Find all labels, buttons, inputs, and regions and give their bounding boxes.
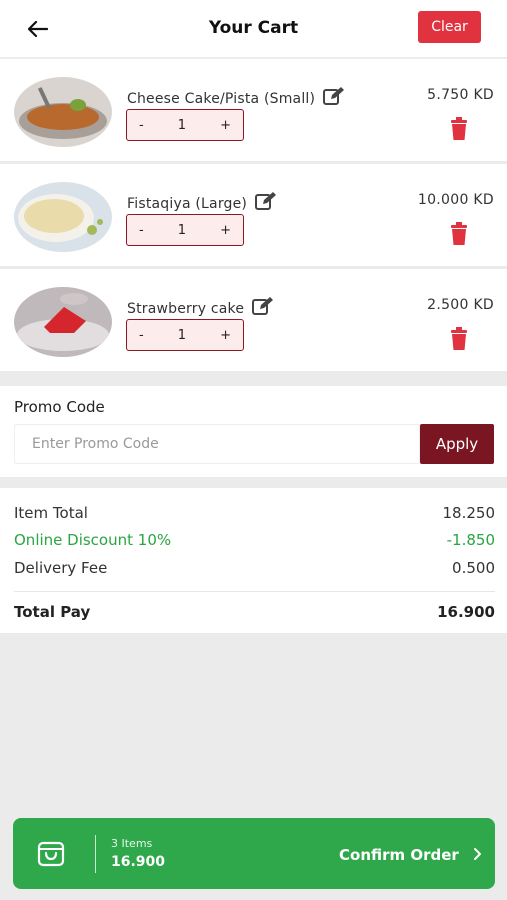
cart-item-list: Cheese Cake/Pista (Small) - 1 + 5.750 KD [0, 59, 507, 374]
divider [95, 835, 96, 873]
item-price: 2.500 KD [427, 297, 494, 313]
apply-button[interactable]: Apply [420, 424, 494, 464]
item-name-row: Cheese Cake/Pista (Small) [127, 86, 345, 110]
decrement-button[interactable]: - [139, 223, 144, 238]
edit-icon[interactable] [252, 296, 274, 320]
discount-row: Online Discount 10% -1.850 [14, 531, 495, 549]
delivery-value: 0.500 [452, 559, 495, 577]
item-total-row: Item Total 18.250 [14, 504, 495, 522]
trash-icon[interactable] [448, 327, 470, 351]
item-price: 10.000 KD [417, 192, 494, 208]
item-name: Fistaqiya (Large) [127, 196, 248, 212]
quantity-value: 1 [177, 117, 187, 133]
increment-button[interactable]: + [220, 223, 231, 238]
product-image [14, 287, 112, 357]
shopping-bag-icon [37, 840, 65, 868]
trash-icon[interactable] [448, 117, 470, 141]
quantity-stepper: - 1 + [126, 319, 244, 351]
total-row: Total Pay 16.900 [14, 603, 495, 621]
quantity-stepper: - 1 + [126, 109, 244, 141]
edit-icon[interactable] [255, 191, 277, 215]
edit-icon[interactable] [323, 86, 345, 110]
order-summary: Item Total 18.250 Online Discount 10% -1… [0, 488, 507, 633]
item-price: 5.750 KD [427, 87, 494, 103]
total-value: 16.900 [437, 603, 495, 621]
promo-code-input[interactable] [14, 424, 420, 464]
decrement-button[interactable]: - [139, 118, 144, 133]
cart-item: Cheese Cake/Pista (Small) - 1 + 5.750 KD [0, 59, 507, 161]
product-image [14, 182, 112, 252]
decrement-button[interactable]: - [139, 328, 144, 343]
delivery-label: Delivery Fee [14, 559, 108, 577]
header-bar: Your Cart Clear [0, 0, 507, 58]
delivery-row: Delivery Fee 0.500 [14, 559, 495, 577]
item-name: Cheese Cake/Pista (Small) [127, 91, 316, 107]
increment-button[interactable]: + [220, 328, 231, 343]
quantity-value: 1 [177, 327, 187, 343]
trash-icon[interactable] [448, 222, 470, 246]
confirm-order-button[interactable]: 3 Items 16.900 Confirm Order [13, 818, 495, 889]
cart-item: Fistaqiya (Large) - 1 + 10.000 KD [0, 164, 507, 266]
promo-label: Promo Code [14, 398, 105, 416]
total-label: Total Pay [14, 603, 91, 621]
item-total-label: Item Total [14, 504, 88, 522]
quantity-value: 1 [177, 222, 187, 238]
item-name-row: Strawberry cake [127, 296, 274, 320]
confirm-order-label: Confirm Order [339, 846, 459, 864]
item-name: Strawberry cake [127, 301, 245, 317]
increment-button[interactable]: + [220, 118, 231, 133]
discount-value: -1.850 [446, 531, 495, 549]
item-count: 3 Items [111, 837, 153, 850]
footer-amount: 16.900 [111, 854, 166, 870]
item-name-row: Fistaqiya (Large) [127, 191, 277, 215]
promo-section: Promo Code Apply [0, 386, 507, 477]
quantity-stepper: - 1 + [126, 214, 244, 246]
item-total-value: 18.250 [442, 504, 496, 522]
cart-item: Strawberry cake - 1 + 2.500 KD [0, 269, 507, 371]
product-image [14, 77, 112, 147]
divider [14, 591, 495, 592]
clear-cart-button[interactable]: Clear [418, 11, 481, 43]
discount-label: Online Discount 10% [14, 531, 172, 549]
chevron-right-icon [473, 846, 483, 865]
